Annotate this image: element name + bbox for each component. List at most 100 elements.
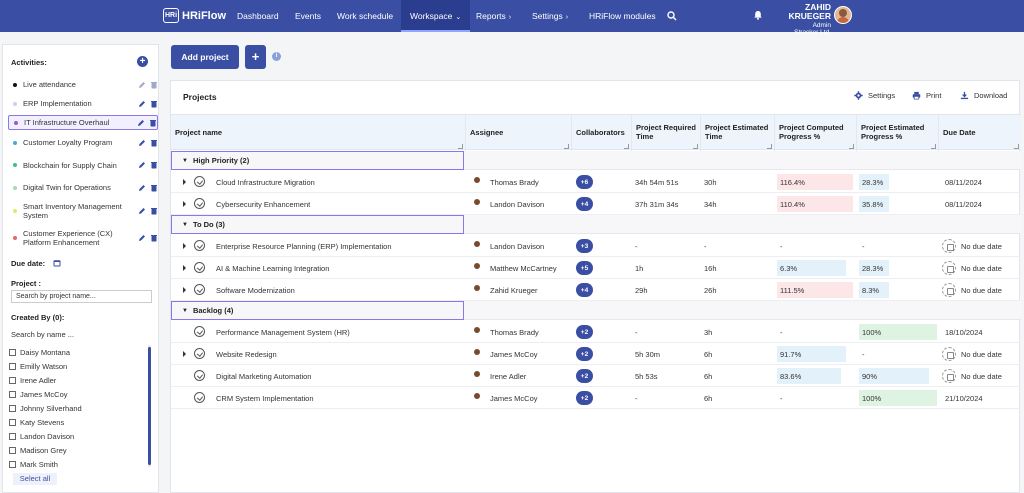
expand-row-icon[interactable]: [183, 287, 186, 293]
collaborators-badge[interactable]: +2: [576, 391, 593, 405]
col-assignee[interactable]: Assignee: [466, 115, 572, 151]
nav-hriflow-modules[interactable]: HRiFlow modules: [589, 0, 656, 32]
settings-button[interactable]: Settings: [854, 91, 895, 100]
expand-row-icon[interactable]: [183, 201, 186, 207]
caret-down-icon[interactable]: ▼: [182, 158, 188, 164]
col-estimated-time[interactable]: Project Estimated Time: [701, 115, 775, 151]
col-due-date[interactable]: Due Date: [939, 115, 1021, 151]
calendar-icon[interactable]: [53, 259, 61, 267]
col-estimated-progress[interactable]: Project Estimated Progress %: [857, 115, 939, 151]
due-date[interactable]: No due date: [942, 365, 1002, 387]
complete-check-icon[interactable]: [194, 392, 205, 403]
pencil-icon[interactable]: [138, 161, 146, 169]
complete-check-icon[interactable]: [194, 284, 205, 295]
checkbox[interactable]: [9, 418, 16, 426]
pencil-icon[interactable]: [138, 234, 146, 242]
person-filter-item[interactable]: Johnny Silverhand: [9, 401, 149, 415]
collaborators-badge[interactable]: +2: [576, 369, 593, 383]
person-filter-item[interactable]: James McCoy: [9, 387, 149, 401]
collaborators-badge[interactable]: +4: [576, 197, 593, 211]
complete-check-icon[interactable]: [194, 326, 205, 337]
search-icon[interactable]: [667, 11, 677, 21]
checkbox[interactable]: [9, 362, 16, 370]
person-filter-item[interactable]: Irene Adler: [9, 373, 149, 387]
trash-icon[interactable]: [150, 184, 158, 192]
nav-settings[interactable]: Settings ›: [532, 0, 568, 32]
pencil-icon[interactable]: [138, 207, 146, 215]
collaborators-badge[interactable]: +6: [576, 175, 593, 189]
project-name[interactable]: Software Modernization: [216, 279, 295, 301]
checkbox[interactable]: [9, 348, 16, 356]
collaborators-badge[interactable]: +3: [576, 239, 593, 253]
collaborators-badge[interactable]: +2: [576, 347, 593, 361]
group-header-box[interactable]: ▼ High Priority (2): [171, 151, 464, 170]
project-name[interactable]: Performance Management System (HR): [216, 321, 350, 343]
checkbox[interactable]: [9, 446, 16, 454]
complete-check-icon[interactable]: [194, 370, 205, 381]
app-logo[interactable]: HRi HRiFlow: [163, 8, 226, 23]
expand-row-icon[interactable]: [183, 265, 186, 271]
plus-button[interactable]: +: [245, 45, 266, 69]
pencil-icon[interactable]: [137, 119, 145, 127]
nav-work-schedule[interactable]: Work schedule: [337, 0, 393, 32]
project-name[interactable]: AI & Machine Learning Integration: [216, 257, 329, 279]
checkbox[interactable]: [9, 432, 16, 440]
col-required-time[interactable]: Project Required Time: [632, 115, 701, 151]
person-filter-item[interactable]: Katy Stevens: [9, 415, 149, 429]
collaborators-badge[interactable]: +5: [576, 261, 593, 275]
group-header-box[interactable]: ▼ To Do (3): [171, 215, 464, 234]
people-scrollbar-thumb[interactable]: [148, 347, 151, 465]
activity-item[interactable]: Blockchain for Supply Chain: [8, 154, 158, 176]
add-project-button[interactable]: Add project: [171, 45, 239, 69]
project-search-input[interactable]: Search by project name...: [11, 290, 152, 303]
expand-row-icon[interactable]: [183, 351, 186, 357]
activity-item[interactable]: IT Infrastructure Overhaul: [8, 115, 158, 130]
due-date[interactable]: No due date: [942, 343, 1002, 365]
nav-dashboard[interactable]: Dashboard: [237, 0, 279, 32]
nav-reports[interactable]: Reports ›: [476, 0, 511, 32]
due-date[interactable]: No due date: [942, 279, 1002, 301]
expand-row-icon[interactable]: [183, 179, 186, 185]
project-name[interactable]: Cloud Infrastructure Migration: [216, 171, 315, 193]
trash-icon[interactable]: [150, 234, 158, 242]
project-name[interactable]: Website Redesign: [216, 343, 277, 365]
project-name[interactable]: CRM System Implementation: [216, 387, 314, 409]
person-filter-item[interactable]: Madison Grey: [9, 443, 149, 457]
trash-icon[interactable]: [150, 100, 158, 108]
group-header[interactable]: ▼ Backlog (4): [171, 301, 1021, 320]
due-date[interactable]: No due date: [942, 235, 1002, 257]
collaborators-badge[interactable]: +2: [576, 325, 593, 339]
group-header[interactable]: ▼ High Priority (2): [171, 151, 1021, 170]
person-filter-item[interactable]: Landon Davison: [9, 429, 149, 443]
user-info[interactable]: ZAHID KRUEGER Admin Stracker Ltd.: [765, 2, 831, 36]
project-name[interactable]: Digital Marketing Automation: [216, 365, 311, 387]
table-row[interactable]: Software Modernization Zahid Krueger +4 29h…: [171, 279, 1021, 301]
checkbox[interactable]: [9, 376, 16, 384]
trash-icon[interactable]: [150, 207, 158, 215]
project-name[interactable]: Cybersecurity Enhancement: [216, 193, 310, 215]
add-activity-button[interactable]: +: [137, 56, 148, 67]
col-collaborators[interactable]: Collaborators: [572, 115, 632, 151]
col-computed-progress[interactable]: Project Computed Progress %: [775, 115, 857, 151]
nav-workspace[interactable]: Workspace ⌄: [401, 0, 471, 32]
table-row[interactable]: Performance Management System (HR) Thomas…: [171, 321, 1021, 343]
table-row[interactable]: Enterprise Resource Planning (ERP) Imple…: [171, 235, 1021, 257]
activity-item[interactable]: Digital Twin for Operations: [8, 180, 158, 195]
activity-item[interactable]: Customer Experience (CX) Platform Enhanc…: [8, 227, 158, 249]
table-row[interactable]: Website Redesign James McCoy +2 5h 30m 6h 91.…: [171, 343, 1021, 365]
person-filter-item[interactable]: Mark Smith: [9, 457, 149, 471]
complete-check-icon[interactable]: [194, 348, 205, 359]
activity-item[interactable]: Smart Inventory Management System: [8, 200, 158, 222]
table-row[interactable]: Cloud Infrastructure Migration Thomas Bra…: [171, 171, 1021, 193]
person-filter-item[interactable]: Emilly Watson: [9, 359, 149, 373]
checkbox[interactable]: [9, 460, 16, 468]
complete-check-icon[interactable]: [194, 176, 205, 187]
collaborators-badge[interactable]: +4: [576, 283, 593, 297]
caret-down-icon[interactable]: ▼: [182, 222, 188, 228]
table-row[interactable]: CRM System Implementation James McCoy +2 - 6…: [171, 387, 1021, 409]
checkbox[interactable]: [9, 404, 16, 412]
table-row[interactable]: AI & Machine Learning Integration Matthew…: [171, 257, 1021, 279]
info-icon[interactable]: i: [272, 52, 281, 61]
project-name[interactable]: Enterprise Resource Planning (ERP) Imple…: [216, 235, 392, 257]
expand-row-icon[interactable]: [183, 243, 186, 249]
